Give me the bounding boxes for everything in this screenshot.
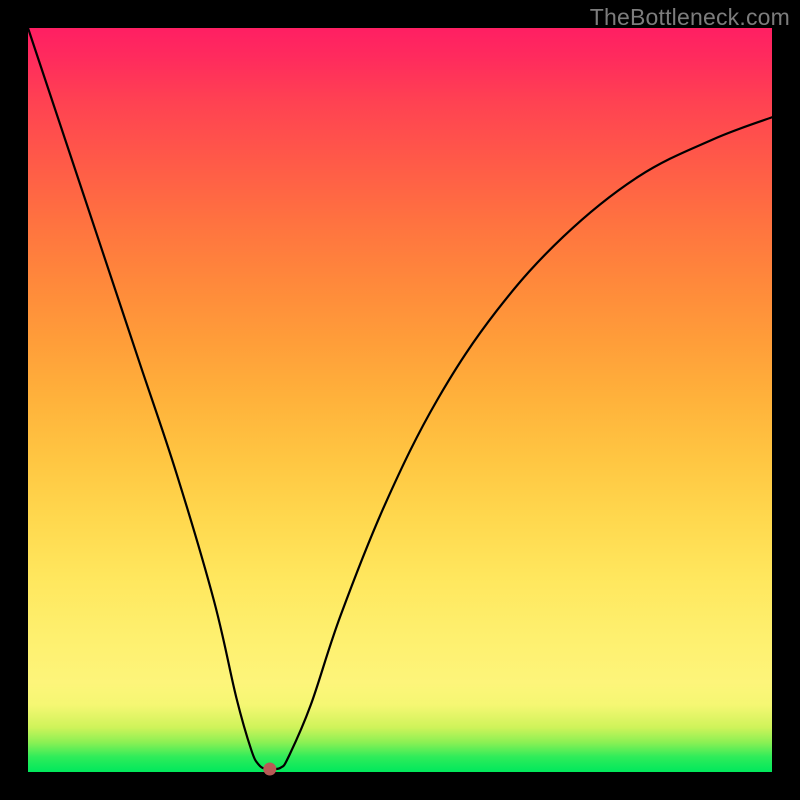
plot-area [28,28,772,772]
watermark-text: TheBottleneck.com [590,4,790,31]
bottleneck-curve-path [28,28,772,769]
minimum-marker [263,763,276,776]
chart-frame: TheBottleneck.com [0,0,800,800]
curve-svg [28,28,772,772]
